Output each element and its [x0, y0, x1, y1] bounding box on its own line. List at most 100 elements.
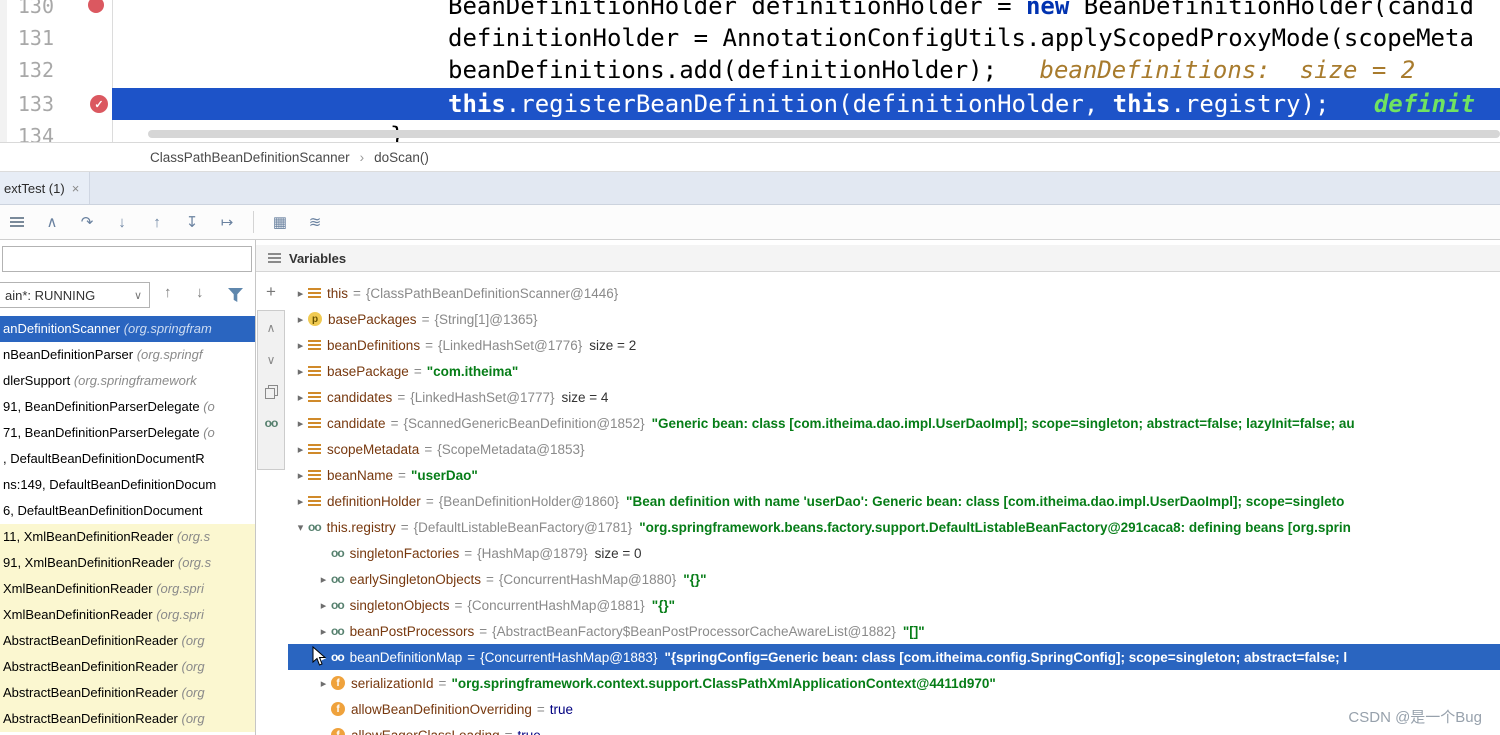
- frame-row[interactable]: AbstractBeanDefinitionReader (org: [0, 654, 255, 680]
- variable-name: beanPostProcessors: [350, 624, 475, 639]
- variable-row[interactable]: ▸pbasePackages={String[1]@1365}: [288, 306, 1500, 332]
- evaluate-expression-icon[interactable]: ▦: [269, 211, 291, 233]
- equals-sign: =: [426, 494, 434, 509]
- variable-row[interactable]: oosingletonFactories={HashMap@1879}size …: [288, 540, 1500, 566]
- variable-row[interactable]: ▸candidate={ScannedGenericBeanDefinition…: [288, 410, 1500, 436]
- step-over-icon[interactable]: ↷: [76, 211, 98, 233]
- variable-row[interactable]: ▸beanName="userDao": [288, 462, 1500, 488]
- line-number-130[interactable]: 130: [0, 0, 54, 22]
- scroll-down-icon[interactable]: ∨: [267, 353, 276, 367]
- variable-row[interactable]: ▸candidates={LinkedHashSet@1777}size = 4: [288, 384, 1500, 410]
- frame-row[interactable]: XmlBeanDefinitionReader (org.spri: [0, 602, 255, 628]
- frame-row[interactable]: 91, BeanDefinitionParserDelegate (o: [0, 394, 255, 420]
- chevron-right-icon[interactable]: ▸: [293, 469, 308, 482]
- variable-row[interactable]: ▸ooearlySingletonObjects={ConcurrentHash…: [288, 566, 1500, 592]
- tab-context-test[interactable]: extTest (1) ×: [0, 172, 90, 204]
- line-number-134[interactable]: 134: [0, 120, 54, 143]
- show-execution-point-icon[interactable]: ∧: [41, 211, 63, 233]
- frame-row[interactable]: dlerSupport (org.springframework: [0, 368, 255, 394]
- thread-selector[interactable]: ain*: RUNNING ∨: [0, 282, 150, 308]
- variable-row[interactable]: ▸definitionHolder={BeanDefinitionHolder@…: [288, 488, 1500, 514]
- string-value: "userDao": [411, 468, 478, 483]
- step-into-icon[interactable]: ↓: [111, 211, 133, 233]
- variable-row[interactable]: ▸oobeanPostProcessors={AbstractBeanFacto…: [288, 618, 1500, 644]
- duplicate-watch-icon[interactable]: [265, 385, 277, 398]
- variable-row[interactable]: ▸this={ClassPathBeanDefinitionScanner@14…: [288, 280, 1500, 306]
- frame-row[interactable]: , DefaultBeanDefinitionDocumentR: [0, 446, 255, 472]
- variable-row[interactable]: fallowBeanDefinitionOverriding=true: [288, 696, 1500, 722]
- parameter-icon: p: [308, 312, 322, 326]
- variable-value: {ConcurrentHashMap@1883}: [480, 650, 657, 665]
- breakpoint-icon[interactable]: [88, 0, 104, 13]
- chevron-right-icon[interactable]: ▸: [293, 417, 308, 430]
- settings-menu-icon[interactable]: [6, 211, 28, 233]
- code-line-133-execution-point[interactable]: this.registerBeanDefinition(definitionHo…: [112, 88, 1500, 120]
- chevron-right-icon[interactable]: ▸: [293, 313, 308, 326]
- frame-row[interactable]: nBeanDefinitionParser (org.springf: [0, 342, 255, 368]
- step-out-icon[interactable]: ↑: [146, 211, 168, 233]
- variable-row[interactable]: ▾oothis.registry={DefaultListableBeanFac…: [288, 514, 1500, 540]
- frame-row[interactable]: 6, DefaultBeanDefinitionDocument: [0, 498, 255, 524]
- force-step-into-icon[interactable]: ↧: [181, 211, 203, 233]
- variable-row[interactable]: ▸scopeMetadata={ScopeMetadata@1853}: [288, 436, 1500, 462]
- frame-package: (org.springfram: [124, 321, 212, 336]
- next-frame-icon[interactable]: ↓: [196, 284, 204, 301]
- frame-row[interactable]: AbstractBeanDefinitionReader (org: [0, 628, 255, 654]
- breadcrumb-separator-icon: ›: [360, 150, 365, 165]
- chevron-right-icon[interactable]: ▸: [316, 625, 331, 638]
- equals-sign: =: [454, 598, 462, 613]
- frame-package: (o: [203, 399, 215, 414]
- frame-row[interactable]: anDefinitionScanner (org.springfram: [0, 316, 255, 342]
- frame-text: ns:149, DefaultBeanDefinitionDocum: [3, 477, 216, 492]
- frame-row[interactable]: 11, XmlBeanDefinitionReader (org.s: [0, 524, 255, 550]
- line-number-131[interactable]: 131: [0, 22, 54, 54]
- code-line-131[interactable]: definitionHolder = AnnotationConfigUtils…: [112, 22, 1500, 54]
- inline-debugger-hint: beanDefinitions: size = 2: [1040, 56, 1416, 84]
- frame-row[interactable]: ns:149, DefaultBeanDefinitionDocum: [0, 472, 255, 498]
- chevron-right-icon[interactable]: ▸: [316, 599, 331, 612]
- line-number-133[interactable]: 133: [0, 88, 54, 120]
- watches-icon[interactable]: oo: [265, 416, 278, 430]
- previous-frame-icon[interactable]: ↑: [164, 284, 172, 301]
- trace-icon[interactable]: ≋: [304, 211, 326, 233]
- hide-library-frames-icon[interactable]: [228, 288, 243, 302]
- add-watch-icon[interactable]: +: [266, 282, 276, 302]
- frame-row[interactable]: XmlBeanDefinitionReader (org.spri: [0, 576, 255, 602]
- watermark: CSDN @是一个Bug: [1348, 706, 1482, 727]
- verified-breakpoint-icon[interactable]: ✓: [90, 95, 108, 113]
- chevron-right-icon[interactable]: ▸: [293, 365, 308, 378]
- frames-header-box: [2, 246, 252, 272]
- variable-value: {ScopeMetadata@1853}: [437, 442, 584, 457]
- variable-row[interactable]: fallowEagerClassLoading=true: [288, 722, 1500, 735]
- line-number-132[interactable]: 132: [0, 54, 54, 86]
- variables-header: Variables: [256, 245, 1500, 272]
- code-line-130[interactable]: BeanDefinitionHolder definitionHolder = …: [112, 0, 1500, 22]
- variable-row[interactable]: ▸beanDefinitions={LinkedHashSet@1776}siz…: [288, 332, 1500, 358]
- chevron-right-icon[interactable]: ▸: [293, 287, 308, 300]
- chevron-right-icon[interactable]: ▸: [316, 573, 331, 586]
- chevron-down-icon[interactable]: ▾: [293, 521, 308, 534]
- frame-text: nBeanDefinitionParser: [3, 347, 137, 362]
- variable-row[interactable]: ▸oosingletonObjects={ConcurrentHashMap@1…: [288, 592, 1500, 618]
- frame-row[interactable]: AbstractBeanDefinitionReader (org: [0, 680, 255, 706]
- variable-row[interactable]: ▸basePackage="com.itheima": [288, 358, 1500, 384]
- scroll-up-icon[interactable]: ∧: [267, 321, 276, 335]
- chevron-right-icon[interactable]: ▸: [293, 391, 308, 404]
- horizontal-scrollbar[interactable]: [148, 130, 1500, 138]
- frame-row[interactable]: 91, XmlBeanDefinitionReader (org.s: [0, 550, 255, 576]
- breadcrumb-class[interactable]: ClassPathBeanDefinitionScanner: [150, 150, 350, 165]
- frame-row[interactable]: 71, BeanDefinitionParserDelegate (o: [0, 420, 255, 446]
- variable-row-selected[interactable]: ▸oobeanDefinitionMap={ConcurrentHashMap@…: [288, 644, 1500, 670]
- chevron-right-icon[interactable]: ▸: [293, 443, 308, 456]
- close-icon[interactable]: ×: [72, 181, 80, 196]
- code-line-132[interactable]: beanDefinitions.add(definitionHolder); b…: [112, 54, 1500, 86]
- run-to-cursor-icon[interactable]: ↦: [216, 211, 238, 233]
- chevron-right-icon[interactable]: ▸: [316, 677, 331, 690]
- chevron-right-icon[interactable]: ▸: [293, 495, 308, 508]
- chevron-right-icon[interactable]: ▸: [293, 339, 308, 352]
- string-value: "Bean definition with name 'userDao': Ge…: [626, 494, 1344, 509]
- variable-row[interactable]: ▸fserializationId="org.springframework.c…: [288, 670, 1500, 696]
- breadcrumb-method[interactable]: doScan(): [374, 150, 429, 165]
- frame-row[interactable]: AbstractBeanDefinitionReader (org: [0, 706, 255, 732]
- variable-name: beanName: [327, 468, 393, 483]
